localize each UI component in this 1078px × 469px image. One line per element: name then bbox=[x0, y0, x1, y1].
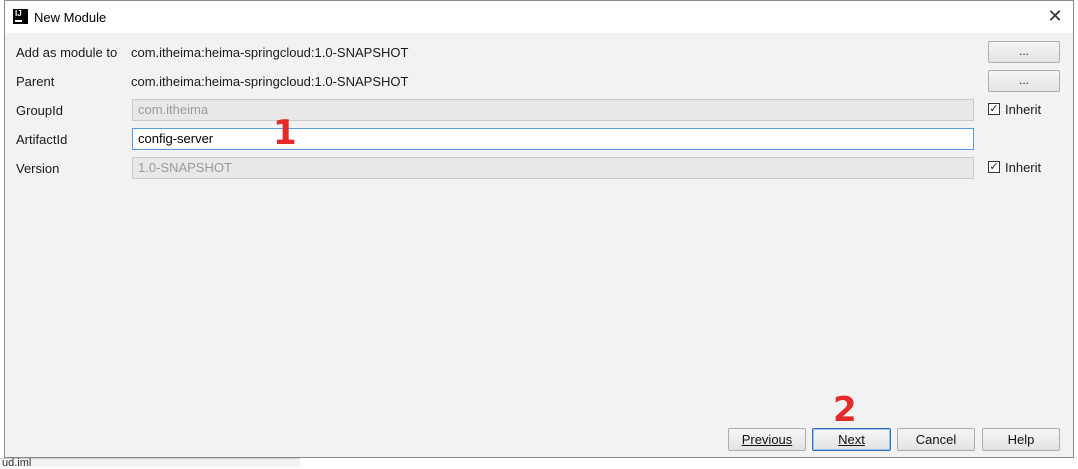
intellij-icon: IJ bbox=[13, 9, 28, 24]
add-as-module-value: com.itheima:heima-springcloud:1.0-SNAPSH… bbox=[131, 45, 409, 60]
checkmark-icon: ✓ bbox=[988, 161, 1000, 173]
parent-browse-button[interactable]: ... bbox=[988, 70, 1060, 92]
parent-label: Parent bbox=[16, 74, 55, 89]
version-inherit-label: Inherit bbox=[1005, 160, 1042, 175]
help-button[interactable]: Help bbox=[982, 428, 1060, 451]
artifactid-label: ArtifactId bbox=[16, 132, 68, 147]
previous-button[interactable]: Previous bbox=[728, 428, 806, 451]
add-as-module-label: Add as module to bbox=[16, 45, 118, 60]
annotation-step-2: 2 bbox=[833, 390, 857, 430]
previous-button-label: Previous bbox=[741, 432, 793, 447]
close-icon[interactable]: ✕ bbox=[1043, 5, 1067, 29]
checkmark-icon: ✓ bbox=[988, 103, 1000, 115]
next-button[interactable]: Next bbox=[812, 428, 891, 451]
groupid-inherit-label: Inherit bbox=[1005, 102, 1042, 117]
next-button-label: Next bbox=[838, 432, 865, 447]
cancel-button[interactable]: Cancel bbox=[897, 428, 975, 451]
dialog-title: New Module bbox=[34, 10, 107, 25]
groupid-field[interactable]: com.itheima bbox=[132, 99, 974, 121]
background-file-label: ud.iml bbox=[2, 457, 32, 469]
add-as-module-browse-button[interactable]: ... bbox=[988, 41, 1060, 63]
version-label: Version bbox=[16, 161, 60, 176]
artifactid-field[interactable]: config-server bbox=[132, 128, 974, 150]
version-field[interactable]: 1.0-SNAPSHOT bbox=[132, 157, 974, 179]
parent-value: com.itheima:heima-springcloud:1.0-SNAPSH… bbox=[131, 74, 409, 89]
new-module-dialog: IJ New Module ✕ Add as module to com.ith… bbox=[4, 0, 1074, 458]
title-bar: IJ New Module ✕ bbox=[5, 1, 1073, 33]
annotation-step-1: 1 bbox=[273, 113, 297, 153]
groupid-label: GroupId bbox=[16, 103, 63, 118]
